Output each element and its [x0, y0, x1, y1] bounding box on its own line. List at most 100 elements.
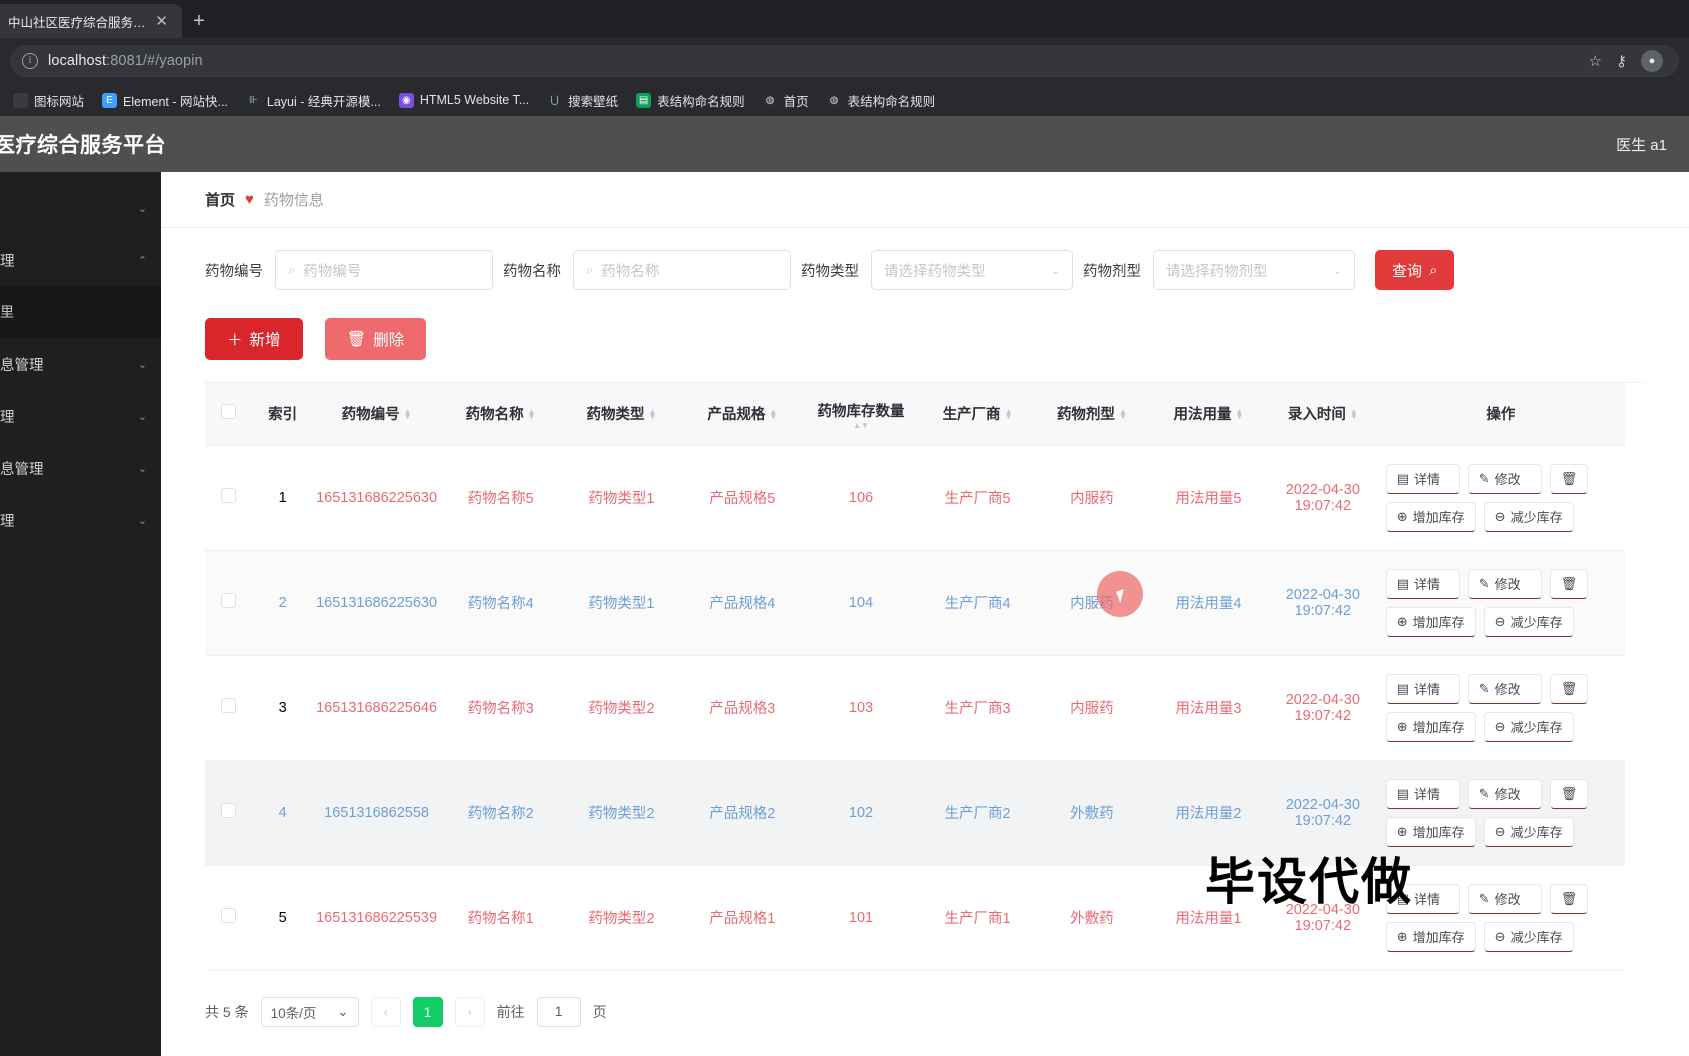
increase-stock-button[interactable]: ⊕ 增加库存	[1385, 711, 1476, 742]
sidebar-item-3[interactable]: 息管理 ⌄	[0, 338, 161, 390]
col-spec[interactable]: 产品规格 ▲ ▼	[681, 383, 803, 446]
col-dosage[interactable]: 药物剂型 ▲ ▼	[1035, 383, 1149, 446]
col-time[interactable]: 录入时间 ▲ ▼	[1268, 383, 1377, 446]
bookmark-item[interactable]: ⋃ 搜索壁纸	[540, 88, 625, 113]
bookmark-item[interactable]: ◍ 首页	[756, 88, 816, 113]
row-checkbox[interactable]	[221, 488, 237, 503]
page-number-1[interactable]: 1	[412, 996, 443, 1027]
password-key-icon[interactable]: ⚷	[1616, 52, 1627, 70]
col-name[interactable]: 药物名称 ▲ ▼	[440, 383, 562, 446]
page-size-select[interactable]: 10条/页 ⌄	[260, 996, 359, 1027]
col-type[interactable]: 药物类型 ▲ ▼	[561, 383, 682, 446]
sidebar-item-4[interactable]: 理 ⌄	[0, 390, 161, 442]
close-icon[interactable]: ✕	[149, 12, 174, 30]
search-button[interactable]: 查询 ⌕	[1375, 250, 1455, 290]
goto-page-input[interactable]: 1	[536, 996, 581, 1027]
sidebar-item-1[interactable]: 理 ⌃	[0, 234, 161, 286]
drug-type-select[interactable]: 请选择药物类型 ⌄	[871, 250, 1073, 290]
sidebar-item-0[interactable]: ⌄	[0, 182, 161, 234]
add-button[interactable]: ＋ 新增	[205, 318, 303, 360]
row-delete-button[interactable]: 🗑	[1549, 463, 1589, 494]
row-checkbox[interactable]	[221, 698, 237, 713]
decrease-stock-button[interactable]: ⊖ 减少库存	[1483, 711, 1574, 742]
detail-button[interactable]: ▤ 详情	[1385, 568, 1460, 599]
delete-button[interactable]: 🗑 删除	[324, 318, 427, 360]
select-all-checkbox[interactable]	[221, 404, 237, 420]
increase-stock-button[interactable]: ⊕ 增加库存	[1385, 921, 1476, 952]
cell-code: 165131686225646	[312, 655, 441, 761]
edit-button[interactable]: ✎ 修改	[1467, 883, 1542, 914]
drug-dosage-select[interactable]: 请选择药物剂型 ⌄	[1153, 250, 1355, 290]
sidebar-item-6[interactable]: 理 ⌄	[0, 494, 161, 546]
cell-ops: ▤ 详情 ✎ 修改 🗑 ⊕ 增加库存 ⊖ 减少库存	[1376, 445, 1625, 551]
sidebar-item-5[interactable]: 息管理 ⌄	[0, 442, 161, 494]
sidebar-item-2[interactable]: 里	[0, 286, 161, 338]
sort-icon[interactable]: ▲▼	[1235, 407, 1243, 420]
col-maker[interactable]: 生产厂商 ▲ ▼	[919, 383, 1036, 446]
sort-icon[interactable]: ▲▼	[1350, 407, 1358, 420]
edit-button[interactable]: ✎ 修改	[1467, 673, 1542, 704]
row-checkbox[interactable]	[221, 908, 237, 923]
edit-button[interactable]: ✎ 修改	[1467, 778, 1542, 809]
decrease-stock-button[interactable]: ⊖ 减少库存	[1483, 606, 1574, 637]
tab-title: 中山社区医疗综合服务平台	[8, 15, 150, 30]
bookmark-item[interactable]: 图标网站	[6, 88, 91, 113]
bookmark-favicon: ◍	[762, 92, 778, 108]
decrease-stock-label: 减少库存	[1510, 615, 1563, 630]
cell-time: 2022-04-30 19:07:42	[1268, 445, 1377, 551]
bookmark-item[interactable]: E Element - 网站快...	[95, 88, 235, 113]
table-row[interactable]: 3 165131686225646 药物名称3 药物类型2 产品规格3 103 …	[205, 655, 1625, 761]
detail-button[interactable]: ▤ 详情	[1385, 463, 1460, 494]
row-delete-button[interactable]: 🗑	[1549, 883, 1589, 914]
edit-button[interactable]: ✎ 修改	[1467, 463, 1542, 494]
browser-tab[interactable]: 中山社区医疗综合服务平台 ✕	[0, 4, 182, 38]
col-stock[interactable]: 药物库存数量 ▲▼	[802, 383, 920, 446]
bookmark-item[interactable]: ▤ 表结构命名规则	[629, 88, 752, 113]
address-input[interactable]: i localhost:8081/#/yaopin ☆ ⚷ ●	[10, 45, 1679, 77]
drug-code-input[interactable]: ⌕ 药物编号	[275, 250, 493, 290]
table-row[interactable]: 5 165131686225539 药物名称1 药物类型2 产品规格1 101 …	[205, 865, 1625, 971]
breadcrumb-home[interactable]: 首页	[205, 189, 235, 210]
edit-button[interactable]: ✎ 修改	[1467, 568, 1542, 599]
increase-stock-button[interactable]: ⊕ 增加库存	[1385, 606, 1476, 637]
site-info-icon[interactable]: i	[22, 53, 38, 69]
table-row[interactable]: 1 165131686225630 药物名称5 药物类型1 产品规格5 106 …	[205, 445, 1625, 551]
sort-icon[interactable]: ▲▼	[1119, 407, 1127, 420]
detail-icon: ▤	[1396, 575, 1410, 591]
table-row[interactable]: 4 1651316862558 药物名称2 药物类型2 产品规格2 102 生产…	[205, 760, 1625, 866]
sort-icon[interactable]: ▲▼	[769, 407, 777, 420]
sort-icon[interactable]: ▲▼	[853, 421, 869, 429]
sort-icon[interactable]: ▲▼	[1005, 407, 1013, 420]
sort-icon[interactable]: ▲▼	[404, 407, 412, 420]
bookmark-item[interactable]: ◍ 表结构命名规则	[820, 88, 943, 113]
row-checkbox[interactable]	[221, 803, 237, 818]
row-delete-button[interactable]: 🗑	[1549, 568, 1589, 599]
sort-icon[interactable]: ▲▼	[528, 407, 536, 420]
col-usage[interactable]: 用法用量 ▲ ▼	[1148, 383, 1269, 446]
bookmark-star-icon[interactable]: ☆	[1589, 52, 1602, 70]
detail-button[interactable]: ▤ 详情	[1385, 883, 1460, 914]
profile-avatar[interactable]: ●	[1641, 50, 1663, 72]
increase-stock-button[interactable]: ⊕ 增加库存	[1385, 816, 1476, 847]
increase-stock-button[interactable]: ⊕ 增加库存	[1385, 501, 1476, 532]
decrease-stock-button[interactable]: ⊖ 减少库存	[1483, 501, 1574, 532]
row-checkbox[interactable]	[221, 593, 237, 608]
drug-name-input[interactable]: ⌕ 药物名称	[573, 250, 791, 290]
detail-button[interactable]: ▤ 详情	[1385, 673, 1460, 704]
user-name[interactable]: 医生 a1	[1616, 134, 1667, 155]
decrease-stock-button[interactable]: ⊖ 减少库存	[1483, 921, 1574, 952]
next-page-button[interactable]: ›	[454, 996, 485, 1027]
new-tab-icon[interactable]: +	[182, 4, 216, 38]
bookmark-item[interactable]: ⊪ Layui - 经典开源模...	[239, 88, 388, 113]
row-delete-button[interactable]: 🗑	[1549, 673, 1589, 704]
cell-code: 165131686225539	[312, 865, 441, 971]
sort-icon[interactable]: ▲▼	[649, 407, 657, 420]
detail-button[interactable]: ▤ 详情	[1385, 778, 1460, 809]
bookmark-item[interactable]: ◉ HTML5 Website T...	[392, 90, 536, 111]
col-code[interactable]: 药物编号 ▲ ▼	[312, 383, 441, 446]
table-row[interactable]: 2 165131686225630 药物名称4 药物类型1 产品规格4 104 …	[205, 550, 1625, 656]
row-delete-button[interactable]: 🗑	[1549, 778, 1589, 809]
content-panel: 药物编号 ⌕ 药物编号 药物名称 ⌕ 药物名称 药物类型 请选择药物类型 ⌄ 药…	[161, 228, 1689, 1047]
decrease-stock-button[interactable]: ⊖ 减少库存	[1483, 816, 1574, 847]
prev-page-button[interactable]: ‹	[370, 996, 401, 1027]
